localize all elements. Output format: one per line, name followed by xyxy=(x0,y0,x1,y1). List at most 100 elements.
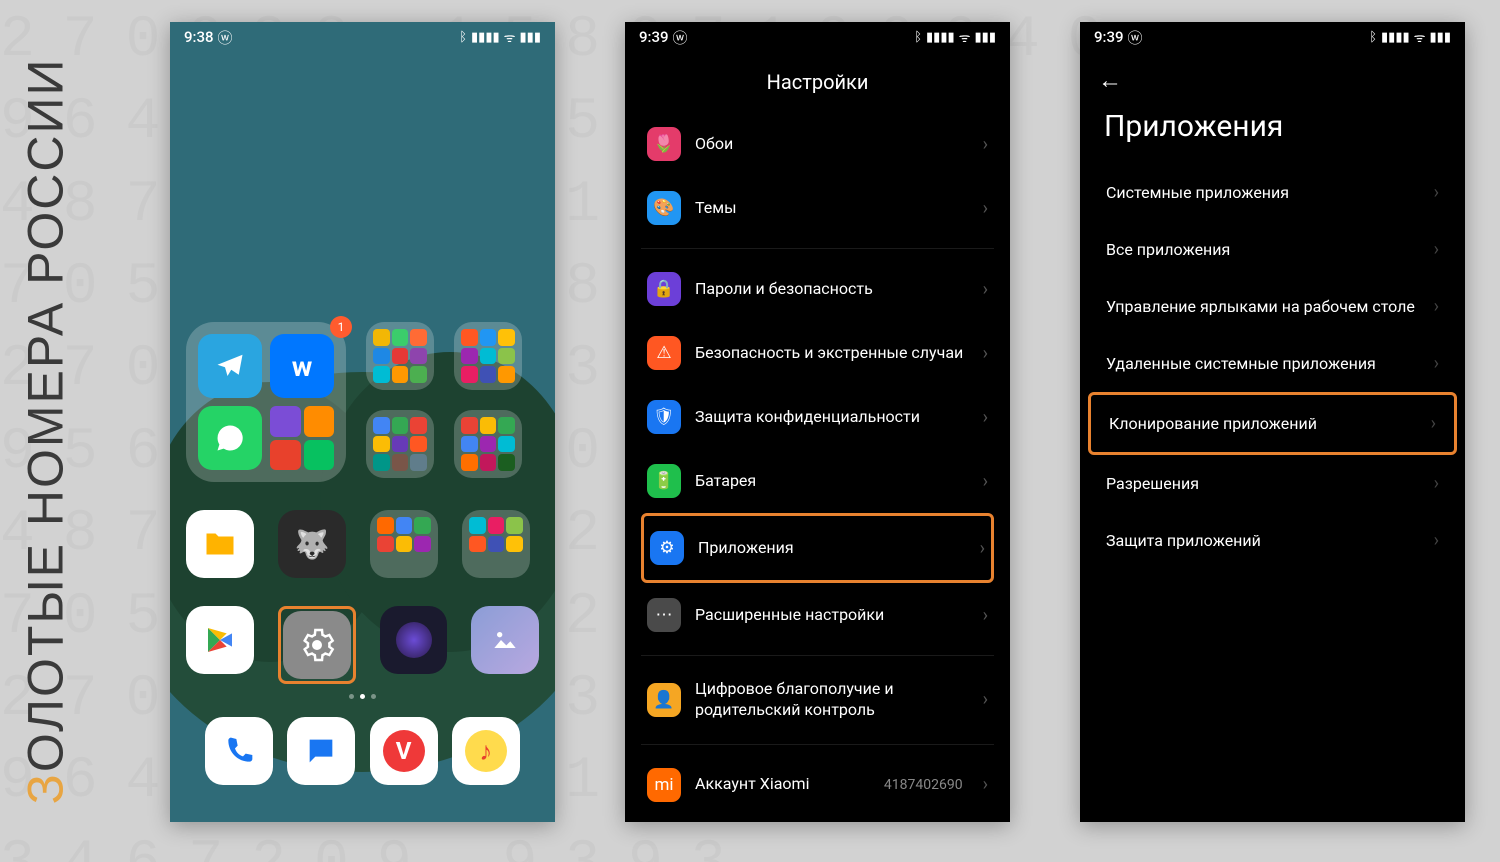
settings-item-обои[interactable]: 🌷Обои› xyxy=(641,112,994,176)
item-label: Расширенные настройки xyxy=(695,605,969,626)
status-time: 9:38 xyxy=(184,28,214,46)
item-label: Темы xyxy=(695,198,969,219)
folder-3[interactable] xyxy=(366,410,434,478)
settings-item-приложения[interactable]: ⚙ Приложения › xyxy=(641,513,994,583)
status-bar: 9:38 ⓦ ᛒ ▮▮▮▮ ᯤ ▮▮▮ xyxy=(170,22,555,52)
camera-app-icon[interactable] xyxy=(380,606,448,674)
settings-item-защита-конфиденциальности[interactable]: 🛡Защита конфиденциальности› xyxy=(641,385,994,449)
phone-home-screen: 9:38 ⓦ ᛒ ▮▮▮▮ ᯤ ▮▮▮ 1 w xyxy=(170,22,555,822)
telegram-icon[interactable] xyxy=(198,334,262,398)
folder-1[interactable] xyxy=(366,322,434,390)
chevron-right-icon: › xyxy=(1434,353,1439,374)
divider xyxy=(641,248,994,249)
status-bar: 9:39 ⓦ ᛒ ▮▮▮▮ ᯤ ▮▮▮ xyxy=(1080,22,1465,52)
phone-apps-submenu: 9:39 ⓦ ᛒ ▮▮▮▮ ᯤ ▮▮▮ ← Приложения Системн… xyxy=(1080,22,1465,822)
apps-item-управление-ярлыками-на-рабочем-столе[interactable]: Управление ярлыками на рабочем столе › xyxy=(1088,278,1457,335)
apps-item-системные-приложения[interactable]: Системные приложения › xyxy=(1088,164,1457,221)
item-icon: 👤 xyxy=(647,683,681,717)
apps-item-удаленные-системные-приложения[interactable]: Удаленные системные приложения › xyxy=(1088,335,1457,392)
whatsapp-icon[interactable] xyxy=(198,406,262,470)
settings-item-безопасность-и-экстренные-случаи[interactable]: ⚠Безопасность и экстренные случаи› xyxy=(641,321,994,385)
settings-item-пароли-и-безопасность[interactable]: 🔒Пароли и безопасность› xyxy=(641,257,994,321)
battery-icon: ▮▮▮ xyxy=(1430,30,1451,45)
item-icon: 🛡 xyxy=(647,400,681,434)
settings-title: Настройки xyxy=(625,52,1010,112)
item-label: Пароли и безопасность xyxy=(695,279,969,300)
game-app[interactable]: 🐺 xyxy=(278,510,346,578)
item-label: Системные приложения xyxy=(1106,183,1289,202)
bluetooth-icon: ᛒ xyxy=(1369,30,1377,45)
folder-6[interactable] xyxy=(462,510,530,578)
chevron-right-icon: › xyxy=(983,774,988,795)
vk-icon[interactable]: w xyxy=(270,334,334,398)
vivaldi-app-icon[interactable]: V xyxy=(370,717,438,785)
chevron-right-icon: › xyxy=(983,343,988,364)
bluetooth-icon: ᛒ xyxy=(459,30,467,45)
chevron-right-icon: › xyxy=(1434,473,1439,494)
apps-item-клонирование-приложений[interactable]: Клонирование приложений› xyxy=(1088,392,1457,455)
chevron-right-icon: › xyxy=(1434,296,1439,317)
item-label: Аккаунт Xiaomi xyxy=(695,774,870,795)
folder-2[interactable] xyxy=(454,322,522,390)
apps-item-все-приложения[interactable]: Все приложения› xyxy=(1088,221,1457,278)
apps-item-разрешения[interactable]: Разрешения› xyxy=(1088,455,1457,512)
status-time: 9:39 xyxy=(639,28,669,46)
watermark: ЗОЛОТЫЕ НОМЕРА РОССИИ xyxy=(0,0,90,862)
apps-item-защита-приложений[interactable]: Защита приложений › xyxy=(1088,512,1457,569)
phone-app-icon[interactable] xyxy=(205,717,273,785)
back-button[interactable]: ← xyxy=(1080,52,1465,95)
page-title: Приложения xyxy=(1080,95,1465,164)
settings-item-расширенные-настройки[interactable]: ⋯ Расширенные настройки › xyxy=(641,583,994,647)
signal-icon: ▮▮▮▮ xyxy=(471,30,500,45)
item-label: Приложения xyxy=(698,538,966,559)
settings-highlight xyxy=(278,606,356,684)
item-label: Все приложения xyxy=(1106,240,1230,259)
chevron-right-icon: › xyxy=(1434,530,1439,551)
bluetooth-icon: ᛒ xyxy=(914,30,922,45)
social-folder[interactable]: 1 w xyxy=(186,322,346,482)
watermark-text: ОЛОТЫЕ НОМЕРА РОССИИ xyxy=(17,58,73,773)
chevron-right-icon: › xyxy=(983,198,988,219)
settings-item-цифровое-благополучие-и-родительский-контроль[interactable]: 👤Цифровое благополучие и родительский ко… xyxy=(641,664,994,736)
item-label: Обои xyxy=(695,134,969,155)
files-app[interactable] xyxy=(186,510,254,578)
battery-icon: ▮▮▮ xyxy=(520,30,541,45)
item-label: Батарея xyxy=(695,471,969,492)
chevron-right-icon: › xyxy=(1434,182,1439,203)
item-icon: ⋯ xyxy=(647,598,681,632)
chevron-right-icon: › xyxy=(983,605,988,626)
wifi-icon: ᯤ xyxy=(959,28,971,46)
play-store-icon[interactable] xyxy=(186,606,254,674)
divider xyxy=(641,744,994,745)
item-label: Защита приложений xyxy=(1106,531,1261,550)
messages-app-icon[interactable] xyxy=(287,717,355,785)
whatsapp-status-icon: ⓦ xyxy=(673,27,688,48)
divider xyxy=(641,655,994,656)
settings-item-батарея[interactable]: 🔋Батарея› xyxy=(641,449,994,513)
chevron-right-icon: › xyxy=(983,279,988,300)
folder-4[interactable] xyxy=(454,410,522,478)
gallery-app-icon[interactable] xyxy=(471,606,539,674)
item-icon: ⚠ xyxy=(647,336,681,370)
settings-item-аккаунт-xiaomi[interactable]: miАккаунт Xiaomi4187402690› xyxy=(641,753,994,817)
notification-badge: 1 xyxy=(330,316,352,338)
mini-apps-folder[interactable] xyxy=(270,406,334,470)
item-label: Удаленные системные приложения xyxy=(1106,354,1376,373)
chevron-right-icon: › xyxy=(983,471,988,492)
apps-submenu-list: Системные приложения›Все приложения›Упра… xyxy=(1080,164,1465,569)
item-label: Управление ярлыками на рабочем столе xyxy=(1106,297,1415,316)
chevron-right-icon: › xyxy=(983,407,988,428)
music-app-icon[interactable]: ♪ xyxy=(452,717,520,785)
settings-item-темы[interactable]: 🎨 Темы › xyxy=(641,176,994,240)
folder-5[interactable] xyxy=(370,510,438,578)
status-bar: 9:39 ⓦ ᛒ ▮▮▮▮ ᯤ ▮▮▮ xyxy=(625,22,1010,52)
whatsapp-status-icon: ⓦ xyxy=(218,27,233,48)
status-time: 9:39 xyxy=(1094,28,1124,46)
chevron-right-icon: › xyxy=(983,134,988,155)
settings-app-icon[interactable] xyxy=(283,611,351,679)
item-sub: 4187402690 xyxy=(884,777,963,793)
item-icon: ⚙ xyxy=(650,531,684,565)
chevron-right-icon: › xyxy=(983,689,988,710)
item-icon: 🎨 xyxy=(647,191,681,225)
chevron-right-icon: › xyxy=(980,538,985,559)
